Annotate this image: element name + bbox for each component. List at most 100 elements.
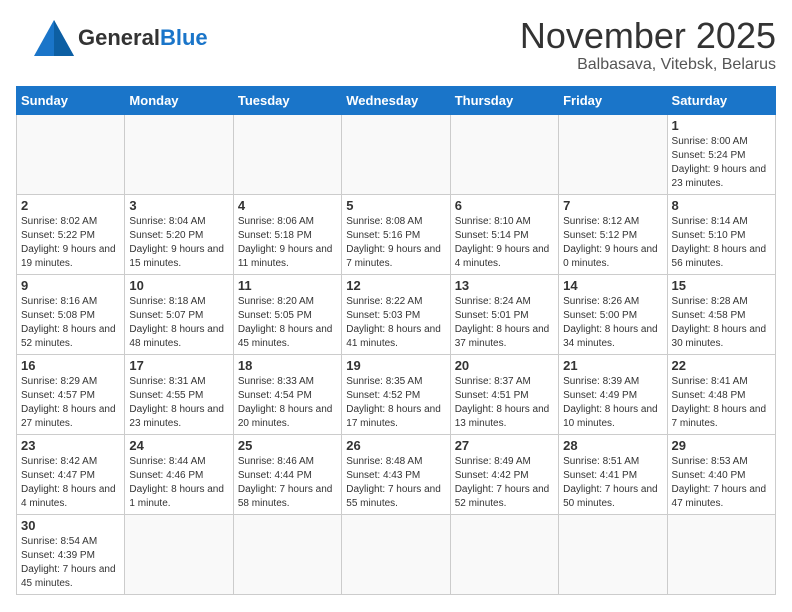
calendar-cell: 5Sunrise: 8:08 AM Sunset: 5:16 PM Daylig… (342, 194, 450, 274)
calendar-header-monday: Monday (125, 86, 233, 114)
calendar-cell: 2 Sunrise: 8:02 AM Sunset: 5:22 PM Daylig… (17, 194, 125, 274)
day-number: 1 (672, 118, 771, 133)
calendar-header-friday: Friday (559, 86, 667, 114)
day-info: Sunrise: 8:20 AM Sunset: 5:05 PM Dayligh… (238, 295, 337, 351)
calendar-cell (450, 114, 558, 194)
calendar-cell (559, 514, 667, 594)
calendar-cell: 28 Sunrise: 8:51 AM Sunset: 4:41 PM Dayli… (559, 434, 667, 514)
day-info: Sunrise: 8:48 AM Sunset: 4:43 PM Dayligh… (346, 455, 445, 511)
calendar-cell: 14 Sunrise: 8:26 AM Sunset: 5:00 PM Dayli… (559, 274, 667, 354)
day-info: Sunrise: 8:51 AM Sunset: 4:41 PM Dayligh… (563, 455, 662, 511)
day-info: Sunrise: 8:16 AM Sunset: 5:08 PM Dayligh… (21, 295, 120, 351)
calendar-week-1: 2 Sunrise: 8:02 AM Sunset: 5:22 PM Daylig… (17, 194, 776, 274)
calendar-cell: 4 Sunrise: 8:06 AM Sunset: 5:18 PM Daylig… (233, 194, 341, 274)
calendar-cell: 10 Sunrise: 8:18 AM Sunset: 5:07 PM Dayli… (125, 274, 233, 354)
calendar-cell: 9 Sunrise: 8:16 AM Sunset: 5:08 PM Daylig… (17, 274, 125, 354)
day-info: Sunrise: 8:49 AM Sunset: 4:42 PM Dayligh… (455, 455, 554, 511)
calendar-cell: 24 Sunrise: 8:44 AM Sunset: 4:46 PM Dayli… (125, 434, 233, 514)
calendar-cell: 20 Sunrise: 8:37 AM Sunset: 4:51 PM Dayli… (450, 354, 558, 434)
day-number: 6 (455, 198, 554, 213)
calendar-cell (233, 514, 341, 594)
day-info: Sunrise: 8:26 AM Sunset: 5:00 PM Dayligh… (563, 295, 662, 351)
day-number: 2 (21, 198, 120, 213)
day-info: Sunrise: 8:39 AM Sunset: 4:49 PM Dayligh… (563, 375, 662, 431)
day-info: Sunrise: 8:00 AM Sunset: 5:24 PM Dayligh… (672, 135, 771, 191)
logo-general: General (78, 25, 160, 50)
day-info: Sunrise: 8:44 AM Sunset: 4:46 PM Dayligh… (129, 455, 228, 511)
day-number: 14 (563, 278, 662, 293)
calendar-header-tuesday: Tuesday (233, 86, 341, 114)
calendar-cell (17, 114, 125, 194)
day-number: 8 (672, 198, 771, 213)
day-info: Sunrise: 8:18 AM Sunset: 5:07 PM Dayligh… (129, 295, 228, 351)
calendar-cell: 6Sunrise: 8:10 AM Sunset: 5:14 PM Daylig… (450, 194, 558, 274)
calendar-cell: 1 Sunrise: 8:00 AM Sunset: 5:24 PM Daylig… (667, 114, 775, 194)
calendar-cell (125, 114, 233, 194)
calendar-cell (559, 114, 667, 194)
calendar-cell: 21Sunrise: 8:39 AM Sunset: 4:49 PM Dayli… (559, 354, 667, 434)
day-number: 29 (672, 438, 771, 453)
title-section: November 2025 Balbasava, Vitebsk, Belaru… (520, 16, 776, 74)
day-number: 12 (346, 278, 445, 293)
calendar-cell: 27 Sunrise: 8:49 AM Sunset: 4:42 PM Dayli… (450, 434, 558, 514)
day-info: Sunrise: 8:04 AM Sunset: 5:20 PM Dayligh… (129, 215, 228, 271)
day-info: Sunrise: 8:14 AM Sunset: 5:10 PM Dayligh… (672, 215, 771, 271)
day-number: 30 (21, 518, 120, 533)
day-info: Sunrise: 8:31 AM Sunset: 4:55 PM Dayligh… (129, 375, 228, 431)
day-info: Sunrise: 8:41 AM Sunset: 4:48 PM Dayligh… (672, 375, 771, 431)
calendar-week-4: 23 Sunrise: 8:42 AM Sunset: 4:47 PM Dayli… (17, 434, 776, 514)
calendar-cell (342, 514, 450, 594)
day-info: Sunrise: 8:29 AM Sunset: 4:57 PM Dayligh… (21, 375, 120, 431)
day-number: 27 (455, 438, 554, 453)
logo: GeneralBlue (16, 16, 208, 60)
calendar-cell: 16 Sunrise: 8:29 AM Sunset: 4:57 PM Dayli… (17, 354, 125, 434)
calendar-cell: 11 Sunrise: 8:20 AM Sunset: 5:05 PM Dayli… (233, 274, 341, 354)
calendar-header-thursday: Thursday (450, 86, 558, 114)
calendar-week-0: 1 Sunrise: 8:00 AM Sunset: 5:24 PM Daylig… (17, 114, 776, 194)
calendar-cell: 30 Sunrise: 8:54 AM Sunset: 4:39 PM Dayli… (17, 514, 125, 594)
day-number: 23 (21, 438, 120, 453)
day-number: 15 (672, 278, 771, 293)
calendar-cell (450, 514, 558, 594)
day-number: 7 (563, 198, 662, 213)
day-info: Sunrise: 8:02 AM Sunset: 5:22 PM Dayligh… (21, 215, 120, 271)
day-number: 25 (238, 438, 337, 453)
day-number: 17 (129, 358, 228, 373)
day-number: 5 (346, 198, 445, 213)
calendar-header-row: SundayMondayTuesdayWednesdayThursdayFrid… (17, 86, 776, 114)
calendar-week-3: 16 Sunrise: 8:29 AM Sunset: 4:57 PM Dayli… (17, 354, 776, 434)
day-number: 26 (346, 438, 445, 453)
calendar-cell (125, 514, 233, 594)
day-number: 11 (238, 278, 337, 293)
calendar-header-sunday: Sunday (17, 86, 125, 114)
logo-blue: Blue (160, 25, 208, 50)
day-number: 16 (21, 358, 120, 373)
calendar-week-5: 30 Sunrise: 8:54 AM Sunset: 4:39 PM Dayli… (17, 514, 776, 594)
calendar-cell (667, 514, 775, 594)
page-subtitle: Balbasava, Vitebsk, Belarus (520, 56, 776, 74)
day-number: 9 (21, 278, 120, 293)
calendar-cell: 13Sunrise: 8:24 AM Sunset: 5:01 PM Dayli… (450, 274, 558, 354)
calendar-cell: 19Sunrise: 8:35 AM Sunset: 4:52 PM Dayli… (342, 354, 450, 434)
calendar-cell: 23 Sunrise: 8:42 AM Sunset: 4:47 PM Dayli… (17, 434, 125, 514)
day-number: 20 (455, 358, 554, 373)
day-number: 13 (455, 278, 554, 293)
day-info: Sunrise: 8:53 AM Sunset: 4:40 PM Dayligh… (672, 455, 771, 511)
calendar-cell: 7Sunrise: 8:12 AM Sunset: 5:12 PM Daylig… (559, 194, 667, 274)
day-number: 19 (346, 358, 445, 373)
day-info: Sunrise: 8:06 AM Sunset: 5:18 PM Dayligh… (238, 215, 337, 271)
calendar-cell: 25 Sunrise: 8:46 AM Sunset: 4:44 PM Dayli… (233, 434, 341, 514)
day-info: Sunrise: 8:46 AM Sunset: 4:44 PM Dayligh… (238, 455, 337, 511)
calendar-cell: 18Sunrise: 8:33 AM Sunset: 4:54 PM Dayli… (233, 354, 341, 434)
calendar-cell: 8 Sunrise: 8:14 AM Sunset: 5:10 PM Daylig… (667, 194, 775, 274)
day-info: Sunrise: 8:42 AM Sunset: 4:47 PM Dayligh… (21, 455, 120, 511)
day-number: 24 (129, 438, 228, 453)
calendar-cell: 29 Sunrise: 8:53 AM Sunset: 4:40 PM Dayli… (667, 434, 775, 514)
day-number: 10 (129, 278, 228, 293)
day-number: 18 (238, 358, 337, 373)
day-info: Sunrise: 8:37 AM Sunset: 4:51 PM Dayligh… (455, 375, 554, 431)
day-info: Sunrise: 8:54 AM Sunset: 4:39 PM Dayligh… (21, 535, 120, 591)
day-number: 4 (238, 198, 337, 213)
calendar-cell: 3Sunrise: 8:04 AM Sunset: 5:20 PM Daylig… (125, 194, 233, 274)
day-number: 28 (563, 438, 662, 453)
